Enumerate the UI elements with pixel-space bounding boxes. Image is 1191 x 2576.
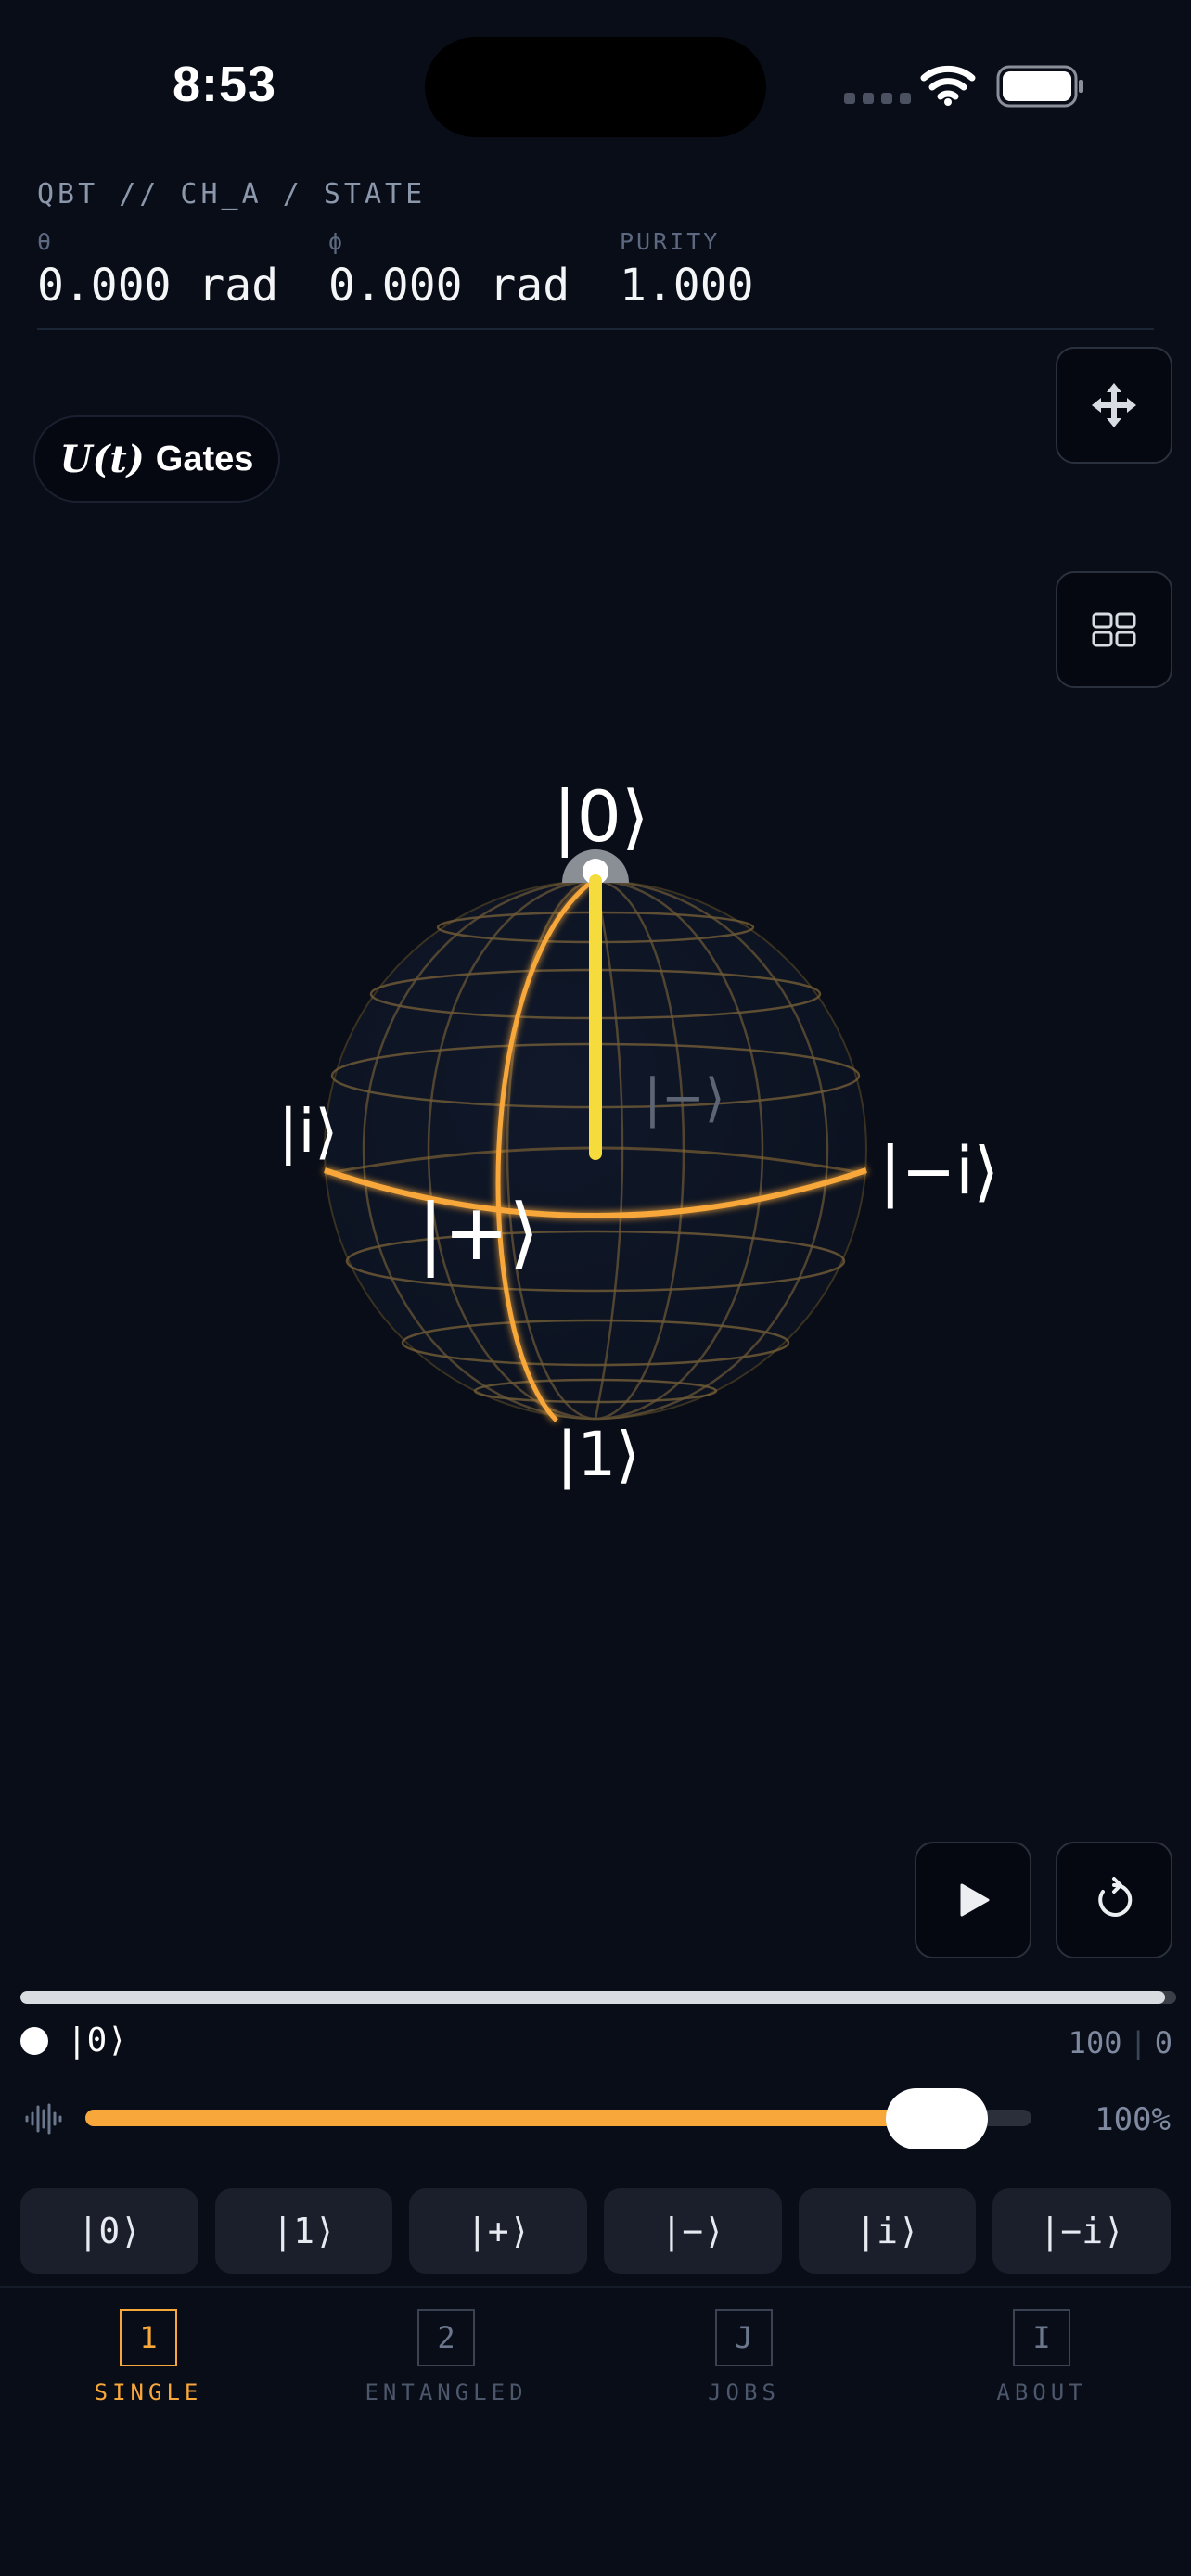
preset-ket-zero[interactable]: |0⟩ (20, 2188, 198, 2274)
progress-state: |0⟩ (67, 2021, 128, 2060)
bloch-sphere[interactable] (0, 760, 1191, 1521)
tab-about-key: I (1013, 2309, 1070, 2366)
dynamic-island (425, 37, 766, 137)
progress-counts: 100 | 0 (1068, 2025, 1172, 2060)
progress-indicator-dot (20, 2027, 48, 2055)
gates-math-label: U(t) (59, 437, 145, 481)
theta-label: θ (37, 228, 55, 255)
gates-label: Gates (155, 439, 254, 478)
preset-ket-i[interactable]: |i⟩ (798, 2188, 977, 2274)
nav-divider (0, 2286, 1191, 2288)
label-ket-plus: |+⟩ (417, 1187, 540, 1278)
move-button[interactable] (1056, 347, 1172, 464)
label-ket-minus-i: |−i⟩ (879, 1133, 999, 1209)
purity-label: PURITY (620, 228, 721, 255)
status-time: 8:53 (173, 57, 277, 112)
purity-value: 1.000 (620, 260, 754, 312)
battery-icon (996, 65, 1083, 108)
preset-ket-one[interactable]: |1⟩ (214, 2188, 393, 2274)
tab-entangled-label: ENTANGLED (365, 2379, 528, 2405)
preset-ket-minus[interactable]: |−⟩ (604, 2188, 782, 2274)
phi-label: ϕ (328, 228, 346, 255)
state-presets: |0⟩ |1⟩ |+⟩ |−⟩ |i⟩ |−i⟩ (20, 2188, 1172, 2274)
header-divider (37, 328, 1154, 330)
label-ket-i: |i⟩ (278, 1098, 339, 1167)
tab-single-key: 1 (120, 2309, 177, 2366)
tab-jobs-label: JOBS (708, 2379, 780, 2405)
gates-button[interactable]: U(t) Gates (33, 415, 280, 503)
grid-view-button[interactable] (1056, 571, 1172, 688)
reset-icon (1098, 1877, 1133, 1917)
tab-about[interactable]: I ABOUT (930, 2309, 1153, 2405)
reset-button[interactable] (1056, 1842, 1172, 1958)
amplitude-value: 100% (1095, 2101, 1171, 2138)
header-title: QBT // CH_A / STATE (37, 178, 427, 210)
move-icon (1092, 383, 1136, 427)
preset-ket-minus-i[interactable]: |−i⟩ (992, 2188, 1172, 2274)
tab-single-label: SINGLE (94, 2379, 203, 2405)
label-ket-one: |1⟩ (557, 1419, 640, 1490)
grid-icon (1092, 612, 1136, 647)
tab-jobs-key: J (715, 2309, 773, 2366)
waveform-icon (25, 2103, 62, 2135)
amplitude-thumb[interactable] (886, 2088, 988, 2149)
count-a: 100 (1068, 2025, 1122, 2060)
progress-track[interactable] (20, 1991, 1176, 2004)
tab-jobs[interactable]: J JOBS (633, 2309, 855, 2405)
count-b: 0 (1154, 2025, 1172, 2060)
label-ket-minus: |−⟩ (644, 1068, 725, 1129)
wifi-icon (920, 65, 976, 106)
tab-single[interactable]: 1 SINGLE (37, 2309, 260, 2405)
preset-ket-plus[interactable]: |+⟩ (409, 2188, 588, 2274)
progress-fill (20, 1991, 1165, 2004)
play-button[interactable] (915, 1842, 1031, 1958)
amplitude-fill (85, 2110, 937, 2126)
theta-value: 0.000 rad (37, 260, 279, 312)
play-icon (960, 1883, 990, 1917)
phi-value: 0.000 rad (328, 260, 570, 312)
tab-entangled-key: 2 (417, 2309, 475, 2366)
tab-about-label: ABOUT (996, 2379, 1087, 2405)
tab-entangled[interactable]: 2 ENTANGLED (335, 2309, 557, 2405)
cellular-signal-icon (844, 93, 911, 104)
label-ket-zero: |0⟩ (553, 775, 649, 858)
